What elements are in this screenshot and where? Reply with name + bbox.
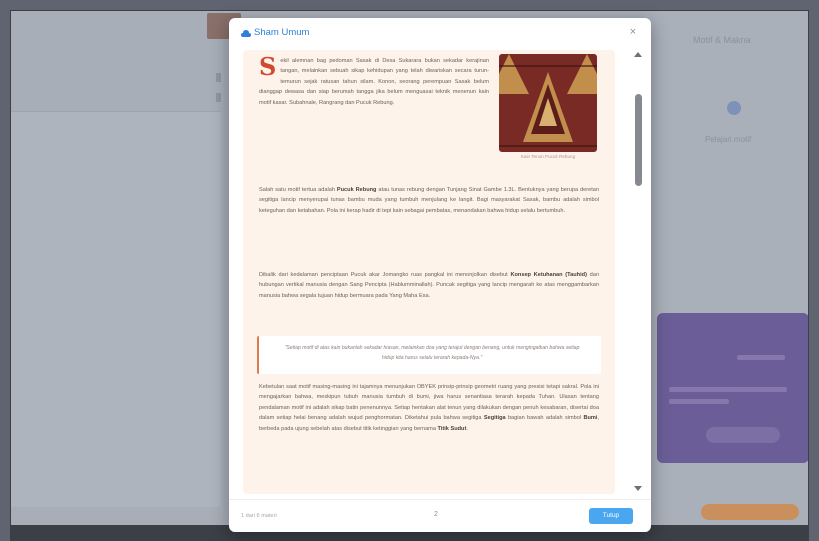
quote-text: "Setiap motif di atas kain bukanlah seka…	[284, 345, 580, 361]
paragraph-text: bagian bawah adalah simbol	[505, 415, 584, 422]
background-orange-button	[701, 504, 799, 520]
tenun-image	[499, 54, 597, 152]
close-icon[interactable]: ×	[626, 25, 640, 39]
paragraph-bold: Bumi	[583, 415, 598, 422]
page-number: 2	[434, 511, 438, 518]
background-right-title: Motif & Makna	[693, 35, 751, 45]
intro-text: ekil alemnan bag pedoman Sasak di Desa S…	[259, 58, 489, 106]
background-icon	[727, 101, 741, 115]
modal-footer: 1 dari 6 materi 2 Tutup	[229, 499, 651, 532]
background-marker	[216, 93, 221, 102]
background-purple-button	[706, 427, 780, 443]
background-line	[669, 387, 787, 392]
paragraph-bold: Pucuk Rebung	[336, 187, 377, 193]
image-caption: Kain Tenun Pucuk Rebung	[520, 154, 576, 159]
modal-content[interactable]: Sekil alemnan bag pedoman Sasak di Desa …	[243, 50, 615, 494]
paragraph-bold: Konsep Ketuhanan (Tauhid)	[510, 272, 587, 278]
cloud-icon	[241, 30, 251, 37]
intro-paragraph: Sekil alemnan bag pedoman Sasak di Desa …	[259, 52, 489, 108]
modal-title: Sham Umum	[254, 27, 310, 38]
paragraph-text: Dibalik dari kedalaman penciptaan Pucuk …	[259, 272, 511, 278]
paragraph-text: .	[466, 425, 468, 432]
close-button[interactable]: Tutup	[589, 508, 633, 524]
background-line	[669, 399, 729, 404]
paragraph-bold: Titik Sudut	[437, 425, 467, 432]
chevron-down-icon[interactable]	[634, 486, 642, 491]
background-marker	[216, 73, 221, 82]
background-right-subtitle: Pelajari motif	[705, 135, 752, 144]
paragraph-bold: Segitiga	[483, 415, 506, 422]
chevron-up-icon[interactable]	[634, 52, 642, 57]
scrollbar[interactable]	[632, 50, 644, 494]
scrollbar-thumb[interactable]	[635, 94, 642, 186]
quote-block: "Setiap motif di atas kain bukanlah seka…	[257, 336, 601, 374]
info-modal: Sham Umum × Sekil alemnan bag pedoman Sa…	[229, 18, 651, 532]
background-left-card	[11, 111, 221, 507]
background-line	[737, 355, 785, 360]
modal-header: Sham Umum ×	[229, 18, 651, 50]
paragraph-3: Dibalik dari kedalaman penciptaan Pucuk …	[259, 270, 599, 301]
dropcap: S	[259, 52, 277, 81]
paragraph-4: Kebetulan saat motif masing-masing ini t…	[259, 382, 599, 434]
progress-label: 1 dari 6 materi	[241, 513, 277, 519]
paragraph-text: Salah satu motif tertua adalah	[259, 187, 337, 193]
paragraph-2: Salah satu motif tertua adalah Pucuk Reb…	[259, 185, 599, 216]
